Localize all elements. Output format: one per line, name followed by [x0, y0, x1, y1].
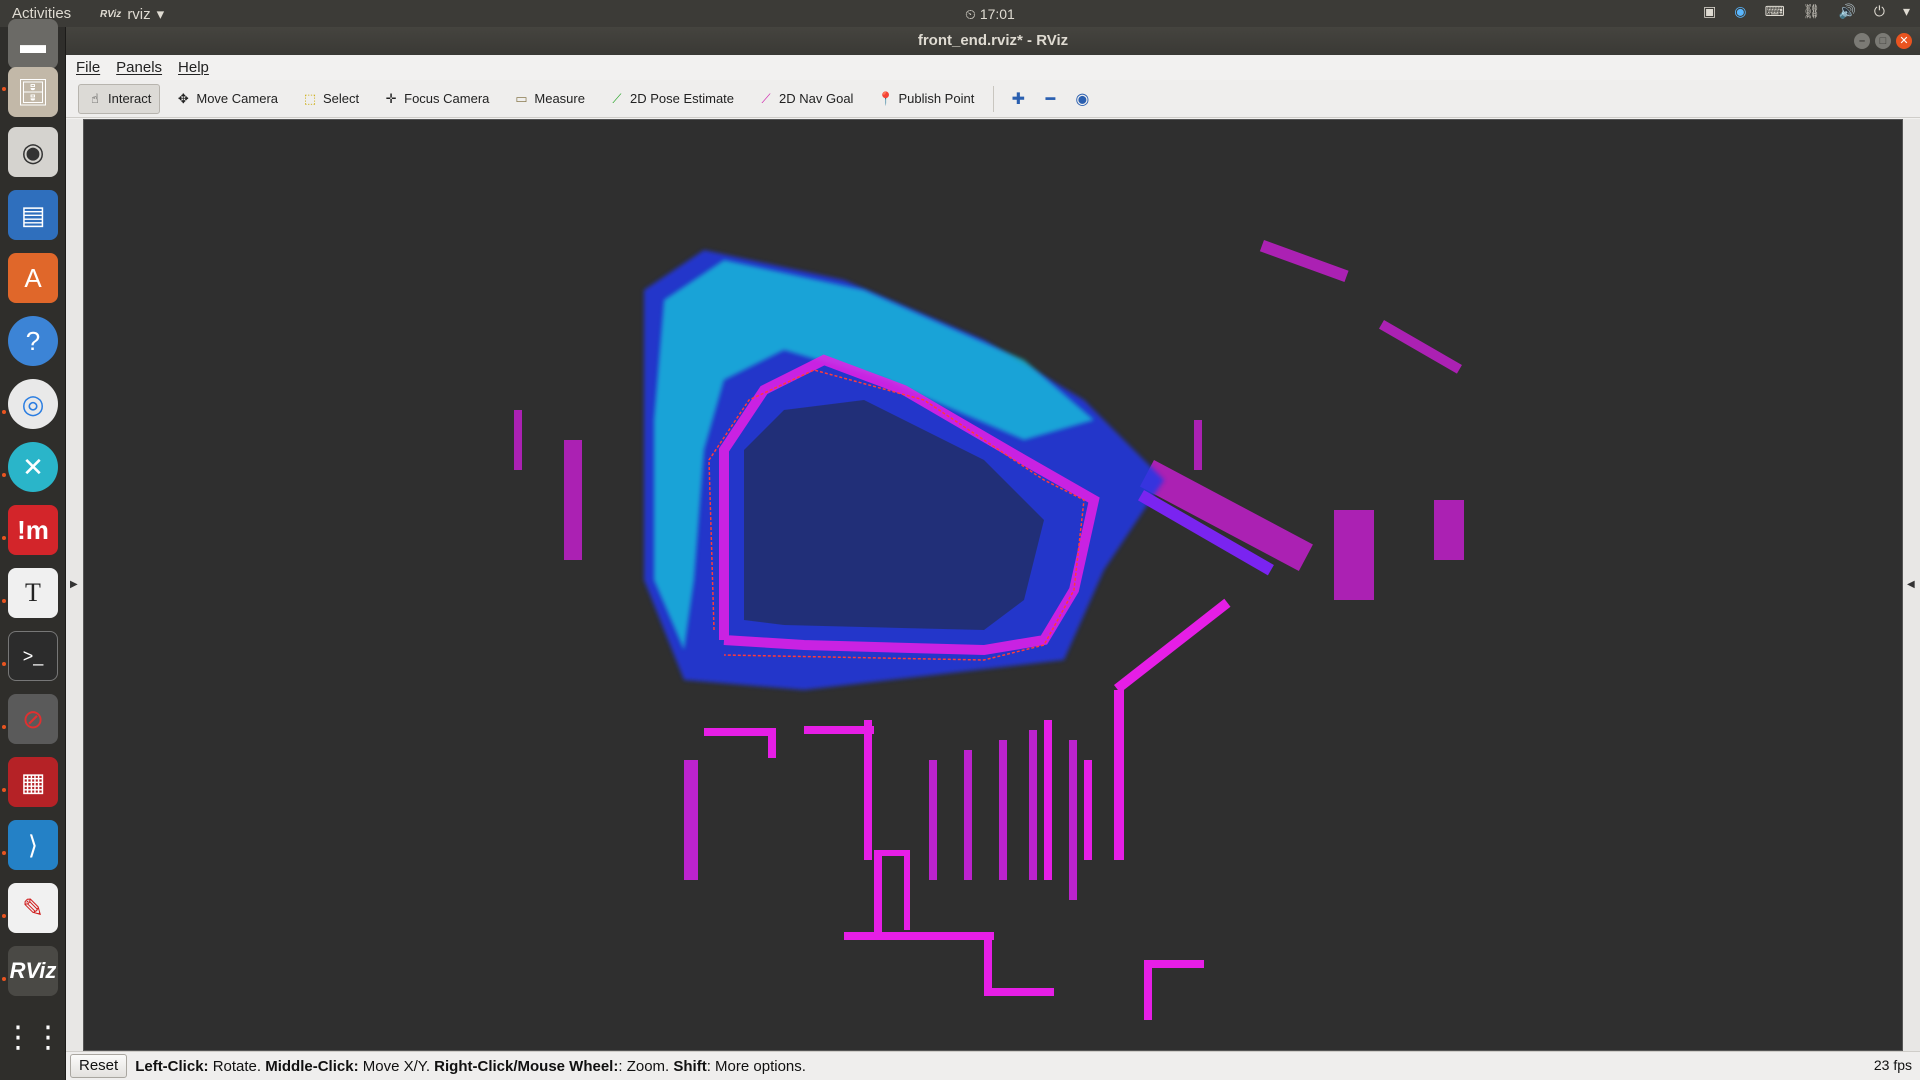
top-panel: Activities RViz rviz ▾ ⏲ 17:01 ▣ ◉ ⌨ ⛓ 🔊… [0, 0, 1920, 27]
hint-more: : More options. [706, 1057, 806, 1075]
expand-left-icon: ◀ [1907, 579, 1915, 590]
tool-2d-pose-estimate[interactable]: ⟋ 2D Pose Estimate [600, 84, 743, 114]
help-icon[interactable]: ? [8, 316, 58, 366]
reset-button[interactable]: Reset [70, 1054, 128, 1078]
hint-right: Right-Click/Mouse Wheel: [434, 1057, 619, 1075]
window-title: front_end.rviz* - RViz [917, 32, 1069, 49]
tool-label: Interact [108, 91, 152, 106]
clock-label: 17:01 [979, 6, 1015, 22]
remove-tool-button[interactable]: ━ [1036, 85, 1064, 113]
maximize-icon[interactable]: □ [1875, 33, 1891, 49]
right-dock-collapse[interactable]: ◀ [1903, 119, 1920, 1051]
vscode-icon[interactable]: ⟩ [8, 820, 58, 870]
eye-icon: ◉ [1075, 90, 1090, 108]
chrome-icon[interactable]: ◎ [8, 379, 58, 429]
add-tool-button[interactable]: ✚ [1004, 85, 1032, 113]
terminal-icon[interactable]: >_ [8, 631, 58, 681]
writer-icon[interactable]: ▤ [8, 190, 58, 240]
tool-label: Measure [534, 91, 585, 106]
imaging-app-icon[interactable]: !m [8, 505, 58, 555]
toolbar-separator [993, 85, 995, 112]
point-cloud-map [514, 240, 1464, 1020]
plus-icon: ✚ [1011, 90, 1026, 108]
tool-focus-camera[interactable]: ✛ Focus Camera [374, 84, 498, 114]
chevron-down-icon: ▾ [156, 6, 165, 23]
rviz-dock-icon[interactable]: RViz [8, 946, 58, 996]
tool-2d-nav-goal[interactable]: ⟋ 2D Nav Goal [749, 84, 862, 114]
software-center-icon[interactable]: A [8, 253, 58, 303]
focus-icon: ✛ [385, 90, 397, 106]
hint-left: Left-Click: [135, 1057, 209, 1075]
3d-viewport[interactable] [83, 119, 1903, 1051]
dock: ▬ 🗄 ◉ ▤ A ? ◎ ✕ !m T >_ ⊘ ▦ ⟩ ✎ RViz ⋮⋮ [0, 19, 66, 1080]
alarm-icon: ⏲ [965, 6, 976, 22]
tool-interact[interactable]: ☝ Interact [78, 83, 161, 114]
volume-icon[interactable]: 🔊 [1838, 3, 1855, 20]
chevron-down-icon[interactable]: ▾ [1903, 3, 1910, 20]
hint-rotate: Rotate. [208, 1057, 266, 1075]
rdp-app-icon[interactable]: ▦ [8, 757, 58, 807]
tool-label: 2D Pose Estimate [629, 91, 735, 106]
hint-move: Move X/Y. [358, 1057, 435, 1075]
rhythmbox-icon[interactable]: ◉ [8, 127, 58, 177]
pin-icon: 📍 [877, 90, 894, 106]
ruler-icon: ▭ [515, 90, 528, 106]
tool-label: Publish Point [898, 91, 975, 106]
menu-help[interactable]: Help [178, 59, 209, 76]
system-tray: ▣ ◉ ⌨ ⛓ 🔊 ⏻ ▾ [1703, 3, 1910, 20]
menu-file[interactable]: File [76, 59, 100, 76]
titlebar[interactable]: front_end.rviz* - RViz – □ ✕ [66, 27, 1920, 55]
hint-zoom: : Zoom. [618, 1057, 674, 1075]
crossover-app-icon[interactable]: ✕ [8, 442, 58, 492]
left-dock-collapse[interactable]: ▶ [66, 119, 83, 1051]
typora-icon[interactable]: T [8, 568, 58, 618]
tool-publish-point[interactable]: 📍 Publish Point [868, 84, 983, 114]
rviz-badge-icon: RViz [100, 8, 122, 20]
minus-icon: ━ [1045, 90, 1056, 108]
network-icon[interactable]: ⛓ [1803, 3, 1821, 20]
pdf-viewer-icon[interactable]: ✎ [8, 883, 58, 933]
green-arrow-icon: ⟋ [612, 90, 622, 106]
close-icon[interactable]: ✕ [1896, 33, 1912, 49]
app-menu-label: rviz [127, 5, 151, 23]
blocked-app-icon[interactable]: ⊘ [8, 694, 58, 744]
app-menu[interactable]: RViz rviz ▾ [100, 5, 165, 24]
show-apps-icon[interactable]: ⋮⋮ [3, 1012, 63, 1062]
tool-label: Select [323, 91, 360, 106]
toolbar: ☝ Interact ✥ Move Camera ⬚ Select ✛ Focu… [66, 80, 1920, 118]
file-manager-icon[interactable]: 🗄 [8, 67, 58, 117]
keyboard-icon[interactable]: ⌨ [1764, 3, 1784, 20]
power-icon[interactable]: ⏻ [1874, 3, 1885, 20]
camera-type-button[interactable]: ◉ [1068, 85, 1096, 113]
rviz-window: front_end.rviz* - RViz – □ ✕ File Panels… [66, 27, 1920, 1080]
expand-right-icon: ▶ [70, 579, 78, 590]
crossover-icon[interactable]: ◉ [1734, 3, 1746, 20]
mouse-hint: Left-Click: Rotate. Middle-Click: Move X… [135, 1058, 806, 1075]
hint-middle: Middle-Click: [265, 1057, 359, 1075]
tool-label: Move Camera [196, 91, 278, 106]
tool-move-camera[interactable]: ✥ Move Camera [166, 84, 287, 114]
pink-arrow-icon: ⟋ [761, 90, 771, 106]
clock[interactable]: ⏲ 17:01 [965, 6, 1015, 23]
move-icon: ✥ [177, 90, 189, 106]
hint-shift: Shift [673, 1057, 707, 1075]
menu-panels[interactable]: Panels [116, 59, 162, 76]
hand-icon: ☝ [91, 90, 99, 106]
partial-app-icon[interactable]: ▬ [8, 19, 58, 69]
tool-select[interactable]: ⬚ Select [293, 84, 368, 114]
tool-label: Focus Camera [404, 91, 490, 106]
statusbar: Reset Left-Click: Rotate. Middle-Click: … [66, 1051, 1920, 1080]
menubar: File Panels Help [66, 55, 1920, 80]
minimize-icon[interactable]: – [1854, 33, 1870, 49]
indicator-icon[interactable]: ▣ [1703, 3, 1716, 20]
select-icon: ⬚ [303, 90, 317, 106]
tool-label: 2D Nav Goal [779, 91, 854, 106]
fps-readout: 23 fps [1873, 1057, 1912, 1073]
tool-measure[interactable]: ▭ Measure [504, 84, 594, 114]
